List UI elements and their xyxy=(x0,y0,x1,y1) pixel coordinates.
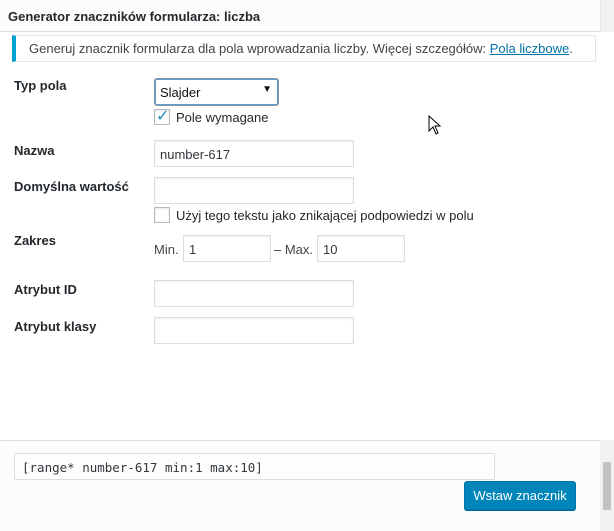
generated-tag-value: [range* number-617 min:1 max:10] xyxy=(22,460,263,475)
id-attribute-label: Atrybut ID xyxy=(14,282,77,297)
notice-suffix: . xyxy=(569,41,573,56)
range-max-label: – Max. xyxy=(274,242,314,257)
dropdown-arrow-icon: ▼ xyxy=(262,84,272,95)
range-min-input[interactable]: 1 xyxy=(183,235,271,262)
vertical-scrollbar[interactable] xyxy=(600,440,614,531)
name-label: Nazwa xyxy=(14,143,55,158)
placeholder-option-label: Użyj tego tekstu jako znikającej podpowi… xyxy=(176,208,474,223)
insert-tag-button[interactable]: Wstaw znacznik xyxy=(464,481,576,510)
class-attribute-label: Atrybut klasy xyxy=(14,319,97,334)
range-min-value: 1 xyxy=(189,242,197,257)
placeholder-checkbox[interactable] xyxy=(154,207,170,223)
mouse-pointer-icon xyxy=(428,115,442,135)
required-checkbox[interactable]: ✓ xyxy=(154,108,170,125)
default-value-input[interactable] xyxy=(154,177,354,204)
range-label: Zakres xyxy=(14,233,56,248)
titlebar-scrollbar xyxy=(600,0,614,32)
required-label: Pole wymagane xyxy=(176,110,269,125)
range-max-value: 10 xyxy=(323,242,338,257)
info-notice: Generuj znacznik formularza dla pola wpr… xyxy=(12,35,596,62)
range-max-input[interactable]: 10 xyxy=(317,235,405,262)
notice-message: Generuj znacznik formularza dla pola wpr… xyxy=(29,41,490,56)
name-value: number-617 xyxy=(160,147,231,162)
checkmark-icon: ✓ xyxy=(156,108,170,125)
scrollbar-thumb[interactable] xyxy=(603,462,611,510)
notice-text: Generuj znacznik formularza dla pola wpr… xyxy=(29,41,573,56)
range-min-label: Min. xyxy=(154,242,179,257)
field-type-label: Typ pola xyxy=(14,78,67,93)
dialog-title: Generator znaczników formularza: liczba xyxy=(8,9,261,24)
dialog-titlebar: Generator znaczników formularza: liczba xyxy=(0,0,614,32)
default-value-label: Domyślna wartość xyxy=(14,179,129,194)
generated-tag-field[interactable]: [range* number-617 min:1 max:10] xyxy=(14,453,495,480)
class-attribute-input[interactable] xyxy=(154,317,354,344)
name-input[interactable]: number-617 xyxy=(154,140,354,167)
id-attribute-input[interactable] xyxy=(154,280,354,307)
field-type-select[interactable]: Slajder ▼ xyxy=(154,78,279,106)
number-fields-link[interactable]: Pola liczbowe xyxy=(490,41,570,56)
field-type-value: Slajder xyxy=(160,85,201,100)
